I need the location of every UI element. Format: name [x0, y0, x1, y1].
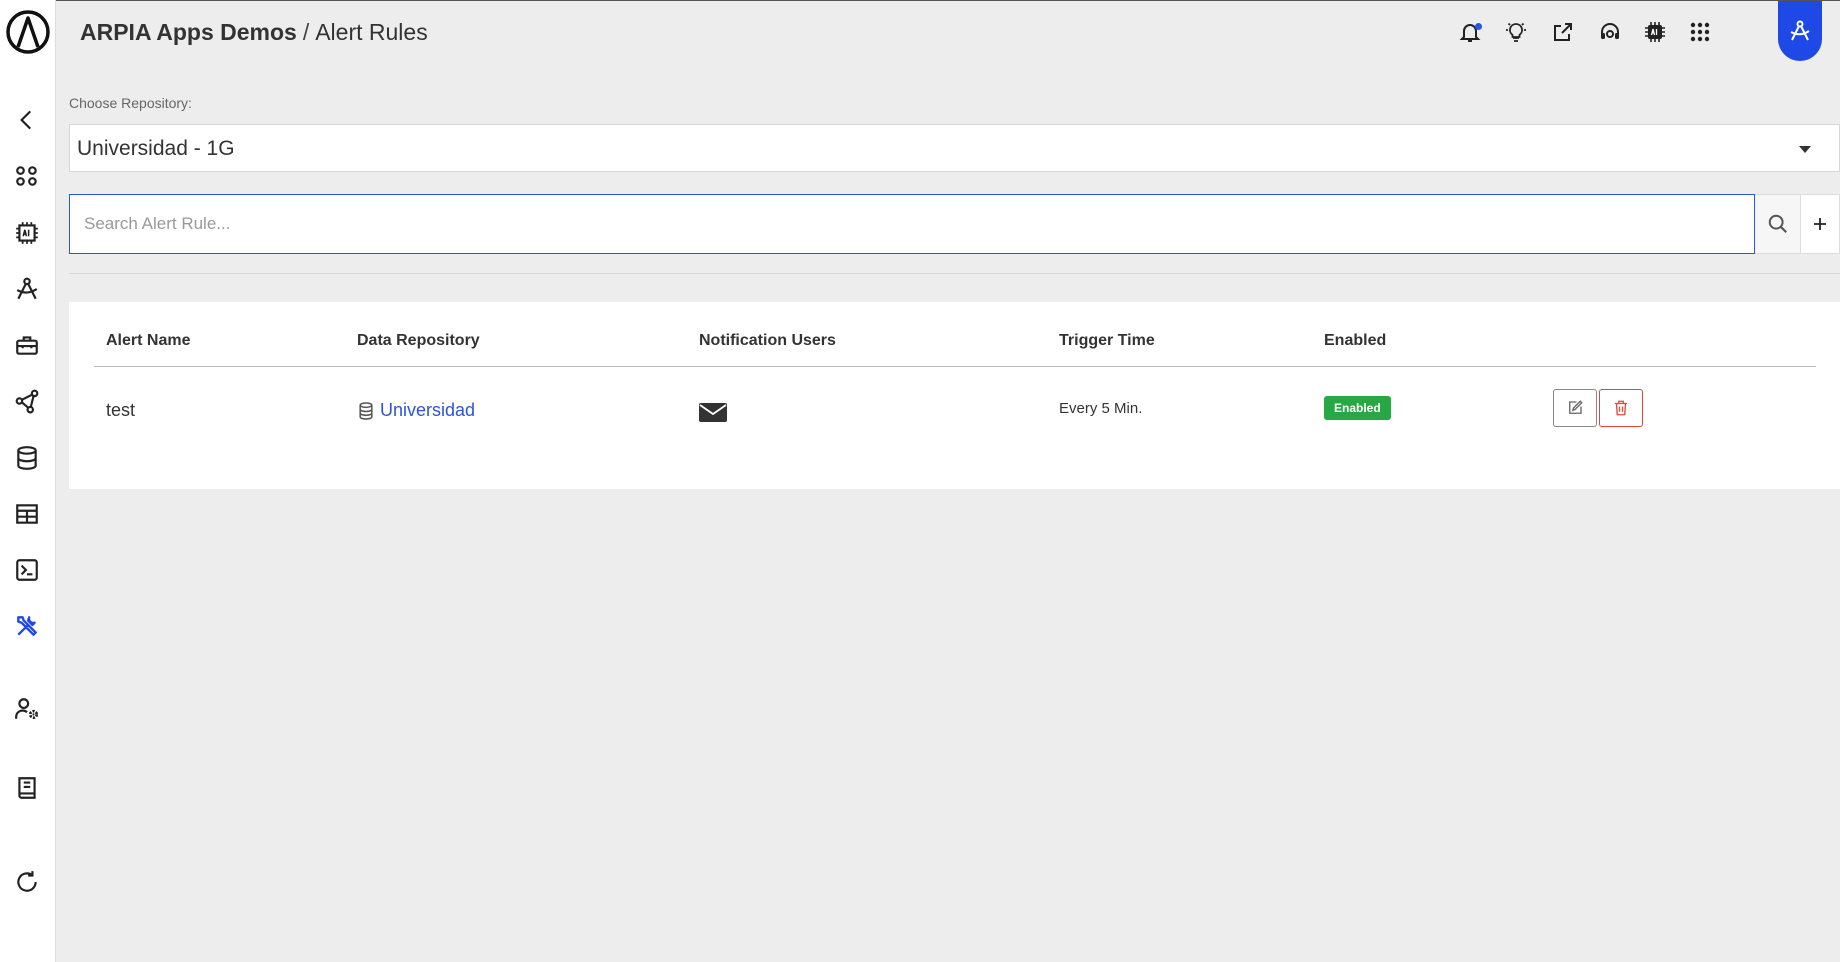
sidebar — [0, 0, 56, 962]
divider — [69, 273, 1840, 274]
notifications-bell-icon[interactable] — [1456, 18, 1484, 46]
share-icon[interactable] — [1549, 18, 1577, 46]
repository-link-text: Universidad — [380, 400, 476, 420]
repository-select[interactable]: Universidad - 1G — [69, 124, 1840, 172]
search-icon — [1768, 214, 1787, 234]
page-title: Alert Rules — [315, 19, 428, 45]
status-badge: Enabled — [1324, 396, 1391, 420]
edit-button[interactable] — [1553, 389, 1597, 427]
database-icon[interactable] — [12, 443, 42, 473]
column-header-alert-name[interactable]: Alert Name — [106, 332, 190, 350]
compass-icon[interactable] — [12, 274, 42, 304]
search-input[interactable] — [69, 194, 1755, 254]
header-divider — [94, 366, 1816, 367]
compass-icon-active — [1790, 20, 1810, 41]
plus-icon — [1814, 218, 1826, 230]
ai-chip-icon[interactable] — [12, 218, 42, 248]
table-icon[interactable] — [12, 499, 42, 529]
repository-selected-value: Universidad - 1G — [77, 137, 235, 160]
add-alert-rule-button[interactable] — [1801, 194, 1840, 254]
toolbox-icon[interactable] — [12, 330, 42, 360]
lightbulb-icon[interactable] — [1502, 18, 1530, 46]
column-header-enabled[interactable]: Enabled — [1324, 332, 1386, 350]
database-icon — [359, 401, 373, 420]
column-header-notification-users[interactable]: Notification Users — [699, 332, 836, 350]
back-chevron-icon[interactable] — [12, 105, 42, 135]
alert-name-cell: test — [106, 400, 136, 420]
trigger-time-cell: Every 5 Min. — [1059, 400, 1143, 417]
terminal-icon[interactable] — [12, 555, 42, 585]
repository-link[interactable]: Universidad — [356, 400, 475, 421]
apps-menu-icon[interactable] — [1686, 18, 1714, 46]
alert-rules-table: Alert Name Data Repository Notification … — [69, 302, 1840, 489]
top-bar: ARPIA Apps Demos/Alert Rules LP — [56, 0, 1840, 62]
support-headset-icon[interactable] — [1596, 18, 1624, 46]
breadcrumb-separator: / — [302, 19, 310, 45]
search-bar — [69, 194, 1840, 254]
refresh-icon[interactable] — [12, 867, 42, 897]
book-icon[interactable] — [12, 773, 42, 803]
tools-icon[interactable] — [12, 611, 42, 641]
caret-down-icon — [1799, 146, 1811, 153]
notification-dot — [1475, 23, 1482, 30]
edit-icon — [1569, 400, 1583, 414]
arpia-logo-icon[interactable] — [5, 9, 51, 55]
column-header-data-repository[interactable]: Data Repository — [357, 332, 480, 350]
breadcrumb: ARPIA Apps Demos / Alert Rules — [80, 19, 428, 46]
repository-label: Choose Repository: — [69, 95, 192, 111]
column-header-trigger-time[interactable]: Trigger Time — [1059, 332, 1155, 350]
delete-button[interactable] — [1599, 389, 1643, 427]
ai-processor-icon[interactable] — [1641, 18, 1669, 46]
trash-icon — [1615, 400, 1627, 416]
search-button[interactable] — [1755, 194, 1801, 254]
user-settings-icon[interactable] — [12, 694, 42, 724]
breadcrumb-app-name[interactable]: ARPIA Apps Demos — [80, 19, 297, 45]
envelope-icon[interactable] — [698, 401, 728, 423]
active-compass-tab[interactable] — [1778, 1, 1822, 61]
apps-grid-icon[interactable] — [12, 161, 42, 191]
graph-nodes-icon[interactable] — [12, 386, 42, 416]
